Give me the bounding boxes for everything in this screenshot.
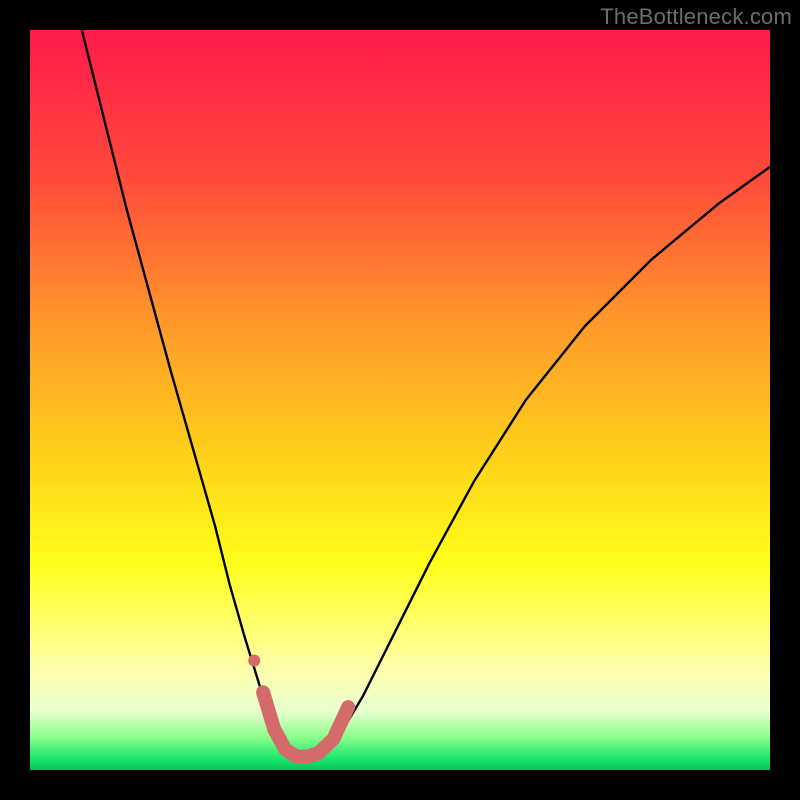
chart-frame (30, 30, 770, 770)
plot-area (30, 30, 770, 770)
watermark-text: TheBottleneck.com (600, 4, 792, 30)
background-gradient (30, 30, 770, 770)
